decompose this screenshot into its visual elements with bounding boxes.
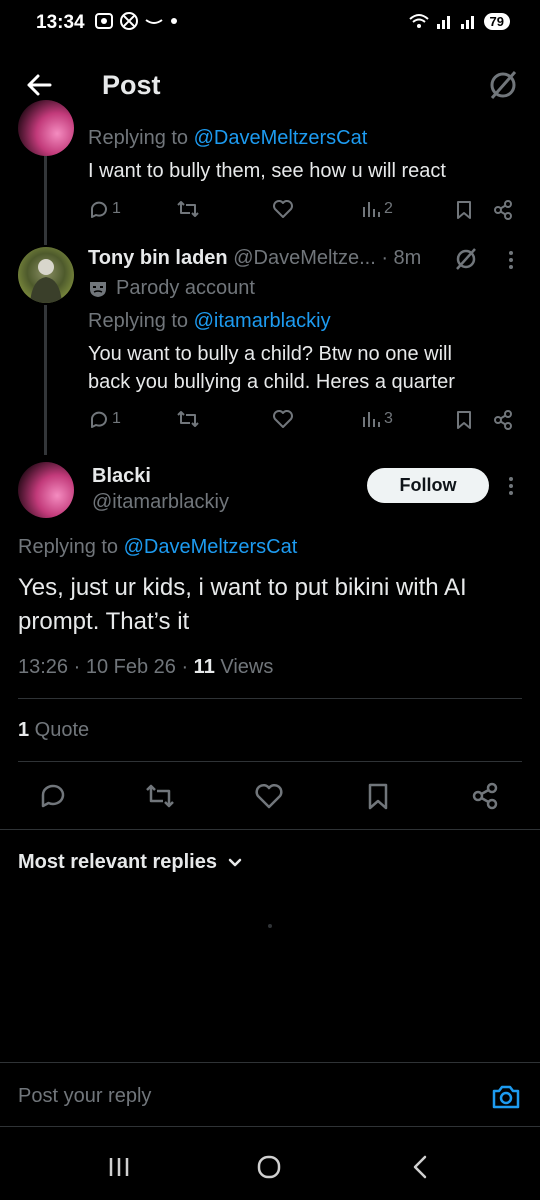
reply-text-line1: You want to bully a child? Btw no one wi… <box>88 343 452 365</box>
loading-indicator <box>268 924 272 928</box>
post-author-line: Tony bin laden @DaveMeltze... · 8m <box>88 247 421 270</box>
avatar[interactable] <box>18 100 74 156</box>
replying-to: Replying to @DaveMeltzersCat <box>88 127 368 149</box>
reply-text-line2: back you bullying a child. Heres a quart… <box>88 371 455 393</box>
system-nav-bar <box>0 1140 540 1200</box>
reply-count: 1 <box>112 200 121 217</box>
quote-count: 1 <box>18 719 30 741</box>
avatar[interactable] <box>18 462 74 518</box>
replying-to: Replying to @itamarblackiy <box>88 310 331 332</box>
views-icon <box>363 202 380 217</box>
bookmark-icon[interactable] <box>454 409 474 431</box>
replies-sort-label: Most relevant replies <box>18 851 217 873</box>
repost-button[interactable] <box>176 408 200 430</box>
parody-badge: Parody account <box>88 277 255 300</box>
author-name[interactable]: Tony bin laden <box>88 247 228 269</box>
post-text-line2: prompt. That’s it <box>18 608 190 635</box>
replying-handle-link[interactable]: @itamarblackiy <box>194 310 331 332</box>
more-options-icon[interactable] <box>505 249 517 271</box>
comment-icon[interactable] <box>38 780 68 810</box>
replying-handle-link[interactable]: @DaveMeltzersCat <box>124 536 298 558</box>
quote-count-link[interactable]: 1 Quote <box>18 719 89 742</box>
comment-icon <box>91 201 107 218</box>
status-time: 13:34 <box>36 12 85 33</box>
parody-label: Parody account <box>116 277 255 299</box>
share-icon[interactable] <box>492 199 514 221</box>
repost-icon <box>177 411 199 427</box>
follow-button[interactable]: Follow <box>367 468 489 503</box>
signal-icon-2 <box>460 16 474 29</box>
page-title: Post <box>102 70 161 100</box>
views-button[interactable]: 2 <box>360 198 393 220</box>
replying-to: Replying to @DaveMeltzersCat <box>18 536 298 558</box>
reply-input[interactable] <box>18 1085 458 1108</box>
author-handle[interactable]: @itamarblackiy <box>92 491 229 514</box>
chevron-down-icon <box>228 858 242 866</box>
recent-apps-icon[interactable] <box>106 1154 132 1180</box>
status-notification-icons <box>94 12 178 30</box>
reply-text: I want to bully them, see how u will rea… <box>88 160 446 182</box>
post-meta: 13:26 · 10 Feb 26 · 11 Views <box>18 656 273 679</box>
views-icon <box>363 412 380 427</box>
heart-icon <box>273 200 293 218</box>
post-time: · 8m <box>381 247 422 269</box>
replying-handle-link[interactable]: @DaveMeltzersCat <box>194 127 368 149</box>
views-button[interactable]: 3 <box>360 408 393 430</box>
reply-button[interactable]: 1 <box>88 198 121 220</box>
grok-icon[interactable] <box>453 246 479 272</box>
repost-button[interactable] <box>176 198 200 220</box>
reply-count: 1 <box>112 410 121 427</box>
battery-indicator: 79 <box>483 12 510 30</box>
reply-button[interactable]: 1 <box>88 408 121 430</box>
bookmark-icon[interactable] <box>364 781 392 811</box>
system-back-icon[interactable] <box>408 1154 434 1180</box>
like-button[interactable] <box>272 198 294 220</box>
thread-line <box>44 305 47 455</box>
author-handle[interactable]: @DaveMeltze... <box>233 247 376 269</box>
repost-icon[interactable] <box>144 781 176 811</box>
views-count: 2 <box>384 200 393 217</box>
screenshot-icon <box>95 13 113 29</box>
views-count: 11 <box>193 656 215 678</box>
avatar[interactable] <box>18 247 74 303</box>
bookmark-icon[interactable] <box>454 199 474 221</box>
replies-sort-dropdown[interactable]: Most relevant replies <box>18 851 243 874</box>
author-name[interactable]: Blacki <box>92 465 151 488</box>
repost-icon <box>177 201 199 217</box>
amazon-icon <box>145 19 163 24</box>
more-options-icon[interactable] <box>505 475 517 497</box>
divider <box>0 1126 540 1127</box>
heart-icon <box>273 410 293 428</box>
signal-icon <box>436 16 450 29</box>
divider <box>18 698 522 699</box>
share-icon[interactable] <box>492 409 514 431</box>
views-count: 3 <box>384 410 393 427</box>
camera-icon[interactable] <box>491 1083 521 1111</box>
post-text-line1: Yes, just ur kids, i want to put bikini … <box>18 574 467 601</box>
avatar-figure-icon <box>30 259 62 303</box>
share-icon[interactable] <box>470 781 500 811</box>
back-arrow-icon[interactable] <box>22 68 56 102</box>
divider <box>18 761 522 762</box>
divider <box>0 829 540 830</box>
post-timestamp: 13:26 · 10 Feb 26 · <box>18 656 194 678</box>
thread-line <box>44 150 47 245</box>
quote-label: Quote <box>29 719 90 741</box>
xbox-icon <box>120 12 138 30</box>
grok-icon[interactable] <box>486 68 520 102</box>
comment-icon <box>91 411 107 428</box>
status-system-icons: 79 <box>408 12 510 30</box>
dot-icon <box>171 18 177 24</box>
wifi-icon <box>408 14 429 28</box>
parody-mask-icon <box>90 281 106 297</box>
status-bar: 13:34 79 <box>0 0 540 46</box>
views-label: Views <box>214 656 274 678</box>
heart-icon[interactable] <box>254 781 284 811</box>
like-button[interactable] <box>272 408 294 430</box>
divider <box>0 1062 540 1063</box>
home-icon[interactable] <box>256 1154 282 1180</box>
